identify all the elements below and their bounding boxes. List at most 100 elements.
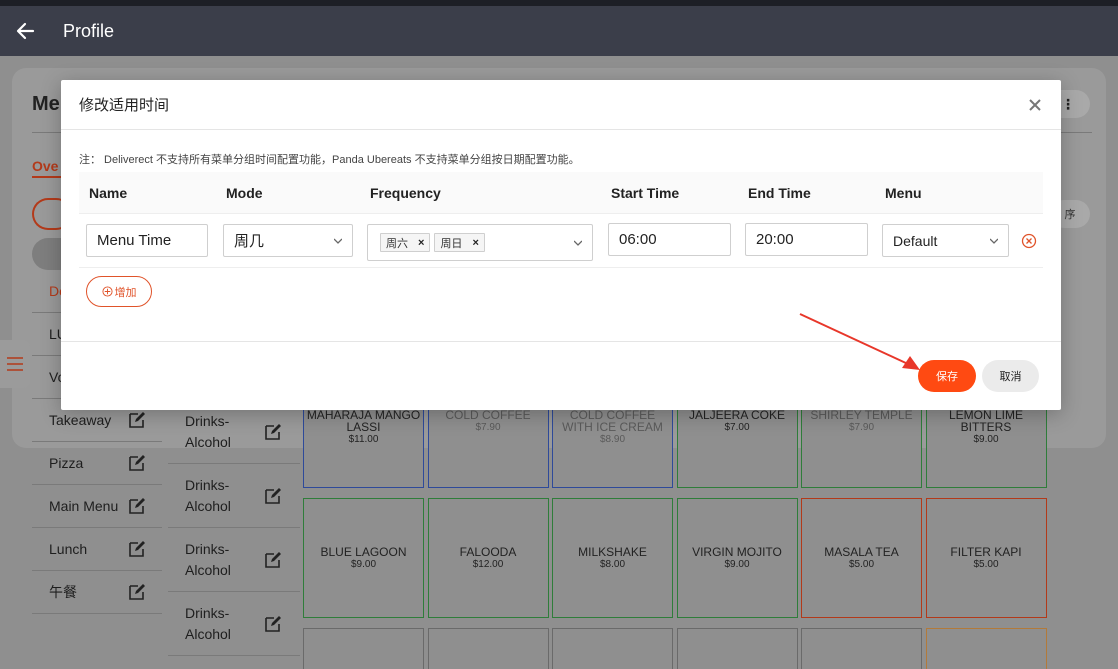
product-price: $8.00 [599,558,626,570]
category-label: Drinks-Alcohol [185,476,231,514]
mode-select-value: 周几 [234,233,265,250]
end-time-input[interactable]: 20:00 [745,223,868,256]
frequency-tag[interactable]: 周日 × [434,233,485,252]
product-tile[interactable]: VIRGIN MOJITO $9.00 [676,498,798,618]
tab-underline [32,176,62,178]
column-header-start-time: Start Time [611,184,680,201]
time-table: Name Mode Frequency Start Time End Time … [79,172,1043,268]
edit-icon[interactable] [128,540,146,558]
menu-select[interactable]: Default [882,224,1009,257]
start-time-value: 06:00 [619,231,657,248]
tag-remove-icon[interactable]: × [472,237,478,249]
product-tile[interactable]: FILTER KAPI $5.00 [925,498,1047,618]
product-price: $7.90 [848,422,875,433]
edit-icon[interactable] [128,583,146,601]
product-name: BLUE LAGOON [320,544,407,559]
edit-icon[interactable] [128,411,146,429]
product-tile[interactable] [676,628,798,669]
start-time-input[interactable]: 06:00 [608,223,731,256]
add-row-button[interactable]: 增加 [86,276,152,307]
menu-item-label: Main Menu [49,498,119,514]
back-arrow-icon[interactable] [0,6,50,56]
product-name: LEMON LIME BITTERS [948,408,1023,434]
column-header-menu: Menu [885,184,922,201]
product-name: COLD COFFEE [445,408,531,422]
product-name: MAHARAJA MANGO LASSI [306,408,421,434]
product-tile[interactable] [925,628,1047,669]
category-label: Drinks-Alcohol [185,540,231,578]
product-tile[interactable]: LEMON LIME BITTERS $9.00 [925,400,1047,488]
edit-icon[interactable] [264,551,282,569]
menu-item-label: Pizza [49,455,84,471]
edit-icon[interactable] [264,487,282,505]
save-button[interactable]: 保存 [918,360,976,392]
product-name: JALJEERA COKE [688,408,786,422]
menu-item[interactable]: Pizza [32,442,162,485]
hamburger-icon [7,357,23,371]
product-tile[interactable] [303,628,424,669]
product-price: $11.00 [348,434,379,445]
edit-icon[interactable] [128,454,146,472]
product-price: $7.00 [724,422,750,433]
product-tile[interactable] [552,628,673,669]
category-list: Drinks-Alcohol Drinks-Alcohol Drinks-Alc… [168,400,300,656]
product-grid: MAHARAJA MANGO LASSI $11.00 COLD COFFEE $7… [303,400,1047,669]
product-name: COLD COFFEE WITH ICE CREAM [562,408,663,434]
dialog-footer-divider [61,341,1061,342]
remove-row-icon[interactable] [1021,233,1037,249]
column-header-name: Name [89,184,128,201]
edit-icon[interactable] [128,497,146,515]
product-tile[interactable] [801,628,922,669]
menu-item[interactable]: 午餐 [32,571,162,614]
product-price: $9.00 [350,558,377,570]
product-tile[interactable]: COLD COFFEE WITH ICE CREAM $8.90 [552,400,673,488]
dialog-note: 注： Deliverect 不支持所有菜单分组时间配置功能，Panda Uber… [79,154,580,166]
product-price: $5.00 [848,558,875,570]
frequency-tag-label: 周日 [440,237,463,250]
category-item[interactable]: Drinks-Alcohol [168,528,300,592]
product-name: MASALA TEA [824,544,899,559]
tag-remove-icon[interactable]: × [418,237,424,249]
product-price: $9.00 [724,558,750,570]
mode-select[interactable]: 周几 [223,224,353,257]
product-tile[interactable]: MILKSHAKE $8.00 [552,498,673,618]
menu-select-value: Default [893,232,938,249]
edit-icon[interactable] [264,615,282,633]
close-icon[interactable] [1026,96,1044,114]
menu-item[interactable]: Lunch [32,528,162,571]
menu-item[interactable]: Main Menu [32,485,162,528]
category-item[interactable]: Drinks-Alcohol [168,592,300,656]
product-tile[interactable]: JALJEERA COKE $7.00 [676,400,798,488]
product-name: MILKSHAKE [578,544,647,559]
product-tile[interactable]: BLUE LAGOON $9.00 [303,498,424,618]
product-tile[interactable]: FALOODA $12.00 [427,498,549,618]
cancel-button[interactable]: 取消 [982,360,1039,392]
product-price: $9.00 [973,434,999,445]
category-label: Drinks-Alcohol [185,604,231,642]
column-header-mode: Mode [226,184,263,201]
product-tile[interactable]: MASALA TEA $5.00 [801,498,922,618]
product-price: $8.90 [599,434,626,445]
product-tile[interactable]: SHIRLEY TEMPLE $7.90 [801,400,922,488]
product-tile[interactable]: COLD COFFEE $7.90 [427,400,549,488]
product-price: $12.00 [472,558,504,570]
product-price: $7.90 [475,422,501,433]
table-row: Menu Time 周几 周六 × 周日 × 06:00 20:00 Default [79,214,1043,268]
category-item[interactable]: Drinks-Alcohol [168,464,300,528]
edit-time-dialog: 修改适用时间 注： Deliverect 不支持所有菜单分组时间配置功能，Pan… [61,80,1061,410]
name-input[interactable]: Menu Time [86,224,208,257]
product-name: FILTER KAPI [950,544,1022,559]
product-tile[interactable]: MAHARAJA MANGO LASSI $11.00 [303,400,424,488]
dialog-header: 修改适用时间 [61,80,1061,130]
product-tile[interactable] [427,628,549,669]
product-name: SHIRLEY TEMPLE [810,408,913,422]
add-row-label: 增加 [114,286,137,299]
frequency-tag[interactable]: 周六 × [380,233,431,252]
frequency-select[interactable]: 周六 × 周日 × [367,224,593,261]
category-label: Drinks-Alcohol [185,412,231,450]
chevron-down-icon [574,240,582,246]
side-drawer-toggle[interactable] [0,340,30,388]
tab-overview[interactable]: Ove [32,158,58,174]
menu-item-label: Takeaway [49,412,112,428]
edit-icon[interactable] [264,423,282,441]
